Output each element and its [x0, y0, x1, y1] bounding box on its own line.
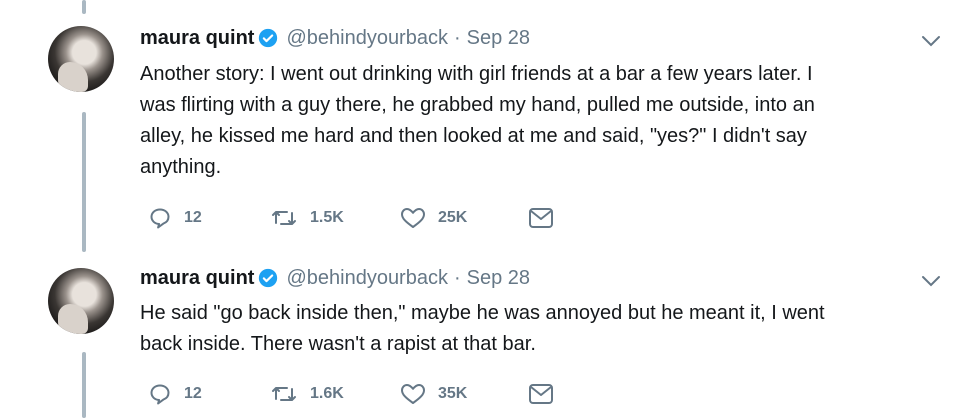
message-icon	[528, 207, 554, 229]
like-button[interactable]: 35K	[400, 381, 467, 407]
author-handle[interactable]: @behindyourback	[286, 267, 448, 290]
retweet-count: 1.5K	[310, 209, 344, 226]
message-icon	[528, 383, 554, 405]
verified-badge-icon	[258, 28, 278, 48]
reply-count: 12	[184, 385, 202, 402]
retweet-icon	[270, 206, 298, 230]
like-count: 25K	[438, 209, 468, 226]
reply-count: 12	[184, 209, 202, 226]
reply-button[interactable]: 12	[148, 381, 202, 407]
like-button[interactable]: 25K	[400, 205, 467, 231]
retweet-button[interactable]: 1.5K	[270, 205, 344, 231]
author-name[interactable]: maura quint	[140, 267, 254, 290]
verified-badge-icon	[258, 268, 278, 288]
retweet-count: 1.6K	[310, 385, 344, 402]
header-separator: ·	[453, 26, 461, 49]
chevron-down-icon[interactable]	[920, 274, 942, 288]
tweet[interactable]: maura quint @behindyourback · Sep 28 Ano…	[0, 0, 980, 250]
reply-button[interactable]: 12	[148, 205, 202, 231]
like-icon	[400, 382, 426, 406]
tweet-text: He said "go back inside then," maybe he …	[140, 302, 825, 355]
message-button[interactable]	[528, 205, 554, 231]
avatar[interactable]	[48, 268, 114, 334]
tweet-header: maura quint @behindyourback · Sep 28	[140, 266, 530, 290]
tweet-date[interactable]: Sep 28	[467, 267, 530, 290]
retweet-button[interactable]: 1.6K	[270, 381, 344, 407]
reply-icon	[148, 206, 172, 230]
chevron-down-icon[interactable]	[920, 34, 942, 48]
tweet-text: Another story: I went out drinking with …	[140, 63, 815, 178]
like-icon	[400, 206, 426, 230]
author-name[interactable]: maura quint	[140, 27, 254, 50]
tweet-date[interactable]: Sep 28	[467, 27, 530, 50]
tweet[interactable]: maura quint @behindyourback · Sep 28 He …	[0, 250, 980, 418]
like-count: 35K	[438, 385, 468, 402]
retweet-icon	[270, 382, 298, 406]
avatar[interactable]	[48, 26, 114, 92]
tweet-header: maura quint @behindyourback · Sep 28	[140, 26, 530, 50]
reply-icon	[148, 382, 172, 406]
header-separator: ·	[453, 266, 461, 289]
author-handle[interactable]: @behindyourback	[286, 27, 448, 50]
message-button[interactable]	[528, 381, 554, 407]
